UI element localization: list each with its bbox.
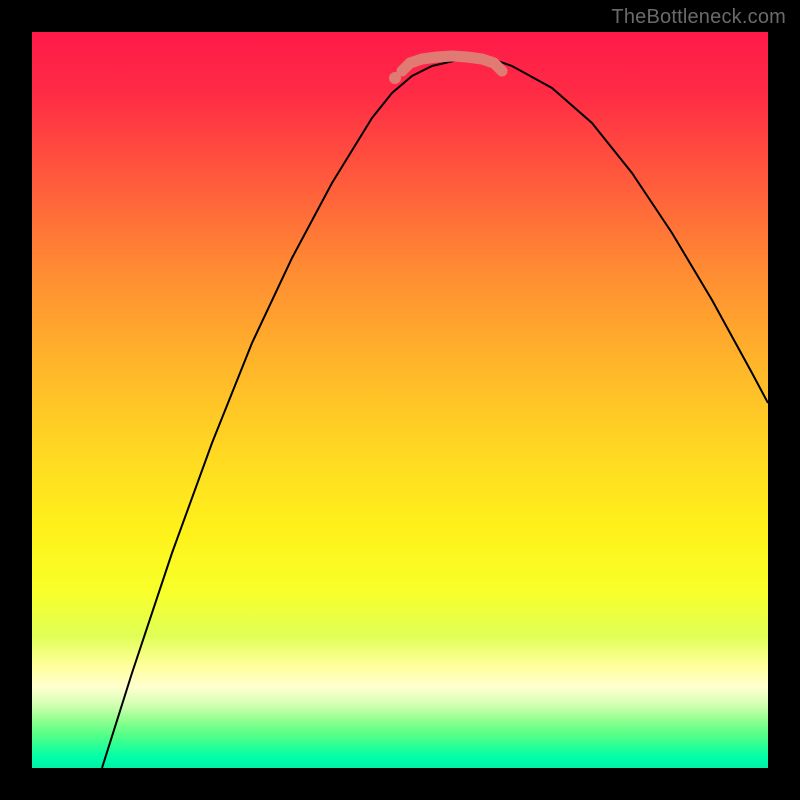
- plateau-marker: [402, 56, 502, 71]
- watermark-label: TheBottleneck.com: [611, 6, 786, 29]
- chart-svg: [32, 32, 768, 768]
- plateau-start-dot: [389, 72, 401, 84]
- plot-area: [32, 32, 768, 768]
- bottleneck-curve: [102, 59, 768, 768]
- chart-frame: TheBottleneck.com: [0, 0, 800, 800]
